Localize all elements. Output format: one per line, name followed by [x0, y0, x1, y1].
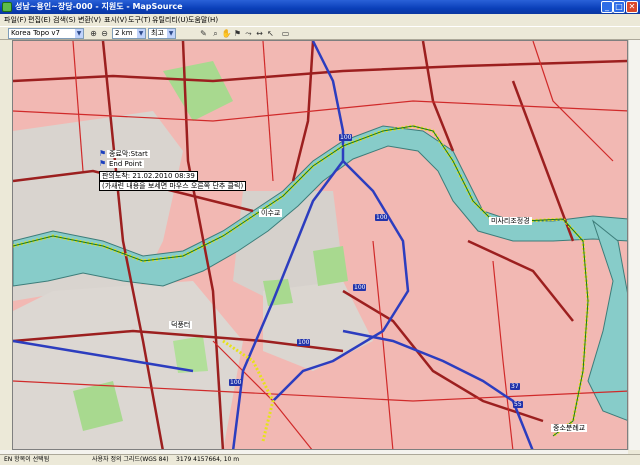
road-shield: 37: [510, 383, 520, 390]
detail-level-select[interactable]: 최고 ▼: [148, 28, 176, 39]
menu-view[interactable]: 표시(V): [104, 14, 127, 26]
menu-bar: 파일(F) 편집(E) 검색(S) 변환(V) 표시(V) 도구(T) 유틸리티…: [0, 14, 640, 26]
close-button[interactable]: ✕: [626, 1, 638, 13]
road-shield: 55: [513, 401, 523, 408]
vertical-scrollbar[interactable]: [628, 40, 640, 450]
track-arrival-label[interactable]: 판의도착: 21.02.2010 08:39: [99, 171, 198, 181]
map-canvas[interactable]: ⚑ 종료막:Start ⚑ End Point 판의도착: 21.02.2010…: [12, 40, 628, 450]
detail-level-value: 최고: [151, 29, 164, 37]
map-product-value: Korea Topo v7: [11, 29, 60, 37]
place-label[interactable]: 미사리조정경: [489, 217, 532, 225]
waypoint-start-label[interactable]: 종료막:Start: [107, 150, 150, 158]
map-product-select[interactable]: Korea Topo v7 ▼: [8, 28, 84, 39]
road-shield: 100: [339, 134, 353, 141]
maximize-button[interactable]: □: [613, 1, 625, 13]
road-shield: 100: [297, 339, 311, 346]
waypoint-end-label[interactable]: End Point: [107, 160, 144, 168]
zoom-level-value: 2 km: [115, 29, 133, 37]
menu-utilities[interactable]: 유틸리티(U): [152, 14, 188, 26]
waypoint-flag-icon[interactable]: ⚑: [99, 150, 106, 158]
toolbar: Korea Topo v7 ▼ ⊕ ⊖ 2 km ▼ 최고 ▼ ✎ ⌕ ✋ ⚑ …: [0, 26, 640, 40]
minimize-button[interactable]: _: [601, 1, 613, 13]
place-label[interactable]: 이수교: [259, 209, 283, 217]
pencil-icon[interactable]: ✎: [198, 28, 209, 39]
chevron-down-icon[interactable]: ▼: [137, 29, 145, 38]
title-bar: 성남~용인~장당-000 - 지원도 - MapSource _ □ ✕: [0, 0, 640, 14]
select-pointer-icon[interactable]: ↖: [265, 28, 276, 39]
status-bar: EN 항목이 선택됨 사용자 정의 그리드(WGS 84) 3179 41576…: [0, 454, 640, 464]
zoom-tool-icon[interactable]: ⌕: [210, 28, 221, 39]
waypoint-flag-icon[interactable]: ⚑: [232, 28, 243, 39]
menu-convert[interactable]: 변환(V): [78, 14, 101, 26]
menu-edit[interactable]: 편집(E): [28, 14, 51, 26]
ruler-icon[interactable]: ▭: [280, 28, 291, 39]
mapsource-window: 성남~용인~장당-000 - 지원도 - MapSource _ □ ✕ 파일(…: [0, 0, 640, 464]
zoom-out-icon[interactable]: ⊖: [99, 28, 110, 39]
waypoint-flag-icon[interactable]: ⚑: [99, 160, 106, 168]
place-label[interactable]: 덕풍터: [169, 321, 193, 329]
menu-tools[interactable]: 도구(T): [128, 14, 151, 26]
mapsource-app-icon[interactable]: [2, 2, 12, 12]
measure-icon[interactable]: ↔: [254, 28, 265, 39]
menu-search[interactable]: 검색(S): [53, 14, 76, 26]
menu-file[interactable]: 파일(F): [4, 14, 26, 26]
zoom-in-icon[interactable]: ⊕: [88, 28, 99, 39]
chevron-down-icon[interactable]: ▼: [167, 29, 175, 38]
chevron-down-icon[interactable]: ▼: [75, 29, 83, 38]
pan-hand-icon[interactable]: ✋: [221, 28, 232, 39]
left-gutter: [0, 40, 12, 450]
menu-help[interactable]: 도움말(H): [188, 14, 218, 26]
road-shield: 100: [229, 379, 243, 386]
road-shield: 100: [353, 284, 367, 291]
road-shield: 100: [375, 214, 389, 221]
place-label[interactable]: 중소분례교: [551, 424, 588, 432]
route-icon[interactable]: ⤳: [243, 28, 254, 39]
map-svg: [13, 41, 627, 449]
zoom-level-select[interactable]: 2 km ▼: [112, 28, 146, 39]
window-title: 성남~용인~장당-000 - 지원도 - MapSource: [15, 2, 183, 11]
track-hint-label: (가새련 내용을 보세면 마우스 오른쪽 단추 클릭): [99, 181, 247, 191]
